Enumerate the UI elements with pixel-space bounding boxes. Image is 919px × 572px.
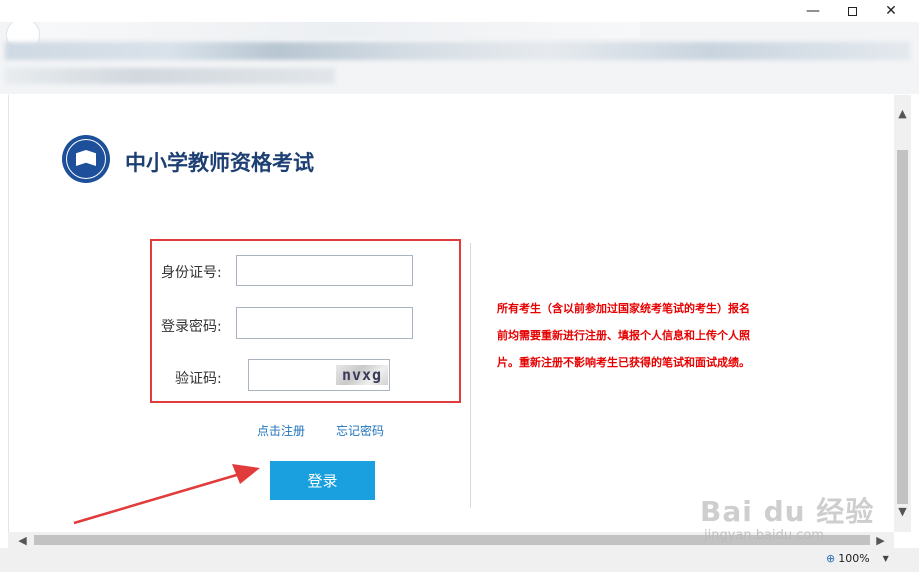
teacher-exam-logo-icon [62, 135, 110, 183]
id-number-label: 身份证号: [161, 265, 222, 281]
window-titlebar: — ✕ [0, 0, 919, 22]
forgot-password-link[interactable]: 忘记密码 [336, 422, 384, 439]
maximize-icon [847, 6, 857, 16]
id-number-input[interactable] [236, 255, 413, 286]
minimize-icon: — [806, 3, 820, 19]
password-input[interactable] [236, 307, 413, 339]
maximize-button[interactable] [832, 0, 872, 22]
blurred-bookmarks-bar [5, 68, 335, 84]
horizontal-scrollbar[interactable]: ◀ ▶ [8, 532, 894, 548]
login-button[interactable]: 登录 [270, 461, 375, 500]
vertical-scroll-thumb[interactable] [897, 150, 908, 504]
zoom-level: 100% [838, 552, 870, 565]
close-icon: ✕ [885, 3, 897, 19]
zoom-icon: ⊕ [826, 552, 836, 565]
scroll-down-icon[interactable]: ▼ [894, 503, 911, 520]
register-link[interactable]: 点击注册 [257, 422, 305, 439]
scroll-right-icon[interactable]: ▶ [872, 532, 889, 548]
vertical-scrollbar[interactable]: ▲ ▼ [894, 95, 911, 532]
captcha-image[interactable]: nvxg [336, 365, 388, 385]
blurred-tab-strip [40, 22, 640, 38]
chevron-down-icon[interactable]: ▼ [883, 554, 889, 563]
blurred-browser-toolbar [0, 22, 919, 94]
arrow-shaft [73, 472, 241, 525]
password-label: 登录密码: [161, 319, 222, 335]
close-button[interactable]: ✕ [871, 0, 911, 22]
page-viewport: 中小学教师资格考试 身份证号: 登录密码: 验证码: nvxg 点击注册 忘记密… [8, 95, 895, 532]
arrow-head [232, 464, 260, 484]
vertical-divider [470, 243, 471, 508]
scroll-up-icon[interactable]: ▲ [894, 105, 911, 122]
scroll-left-icon[interactable]: ◀ [14, 532, 31, 548]
red-arrow-annotation [73, 464, 260, 525]
horizontal-scroll-thumb[interactable] [34, 535, 870, 545]
status-bar: ⊕ 100% ▼ [0, 548, 919, 572]
registration-notice: 所有考生（含以前参加过国家统考笔试的考生）报名前均需要重新进行注册、填报个人信息… [497, 302, 750, 369]
minimize-button[interactable]: — [793, 0, 833, 22]
site-title: 中小学教师资格考试 [125, 151, 314, 175]
zoom-control[interactable]: ⊕ 100% ▼ [826, 552, 889, 565]
blurred-address-bar [5, 42, 910, 60]
captcha-label: 验证码: [175, 371, 222, 387]
